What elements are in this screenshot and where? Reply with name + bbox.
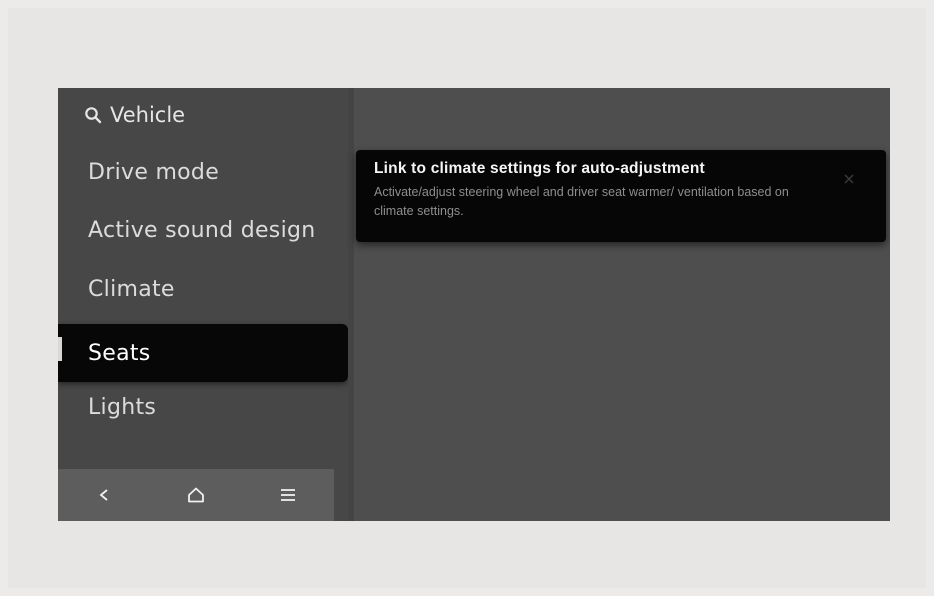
sidebar-item-label: Drive mode [88, 159, 220, 185]
sidebar-item-label: Seats [88, 340, 151, 366]
search-label: Vehicle [110, 103, 186, 127]
menu-button[interactable] [268, 475, 308, 515]
search-icon [85, 107, 102, 124]
climate-link-setting-card[interactable]: Link to climate settings for auto-adjust… [356, 150, 886, 242]
sidebar-item-label: Active sound design [88, 217, 316, 243]
settings-sidebar: Vehicle Drive mode Active sound design C… [58, 88, 348, 521]
sidebar-item-lights[interactable]: Lights [58, 378, 348, 436]
close-icon[interactable] [842, 172, 856, 186]
selection-indicator [58, 337, 62, 361]
back-icon [99, 489, 108, 501]
setting-description: Activate/adjust steering wheel and drive… [374, 185, 789, 218]
setting-title: Link to climate settings for auto-adjust… [374, 160, 705, 177]
sidebar-item-drive-mode[interactable]: Drive mode [58, 143, 348, 201]
menu-icon [281, 489, 295, 501]
sidebar-item-active-sound-design[interactable]: Active sound design [58, 201, 348, 259]
search-button[interactable]: Vehicle [84, 100, 185, 130]
sidebar-item-seats[interactable]: Seats [58, 324, 348, 382]
sidebar-item-label: Lights [88, 394, 157, 420]
home-button[interactable] [176, 475, 216, 515]
home-icon [188, 487, 204, 503]
sidebar-item-climate[interactable]: Climate [58, 260, 348, 318]
settings-content: Link to climate settings for auto-adjust… [354, 88, 890, 521]
sidebar-item-label: Climate [88, 276, 175, 302]
back-button[interactable] [84, 475, 124, 515]
bottom-navigation-bar [58, 469, 334, 521]
infotainment-screen: Vehicle Drive mode Active sound design C… [58, 88, 890, 521]
